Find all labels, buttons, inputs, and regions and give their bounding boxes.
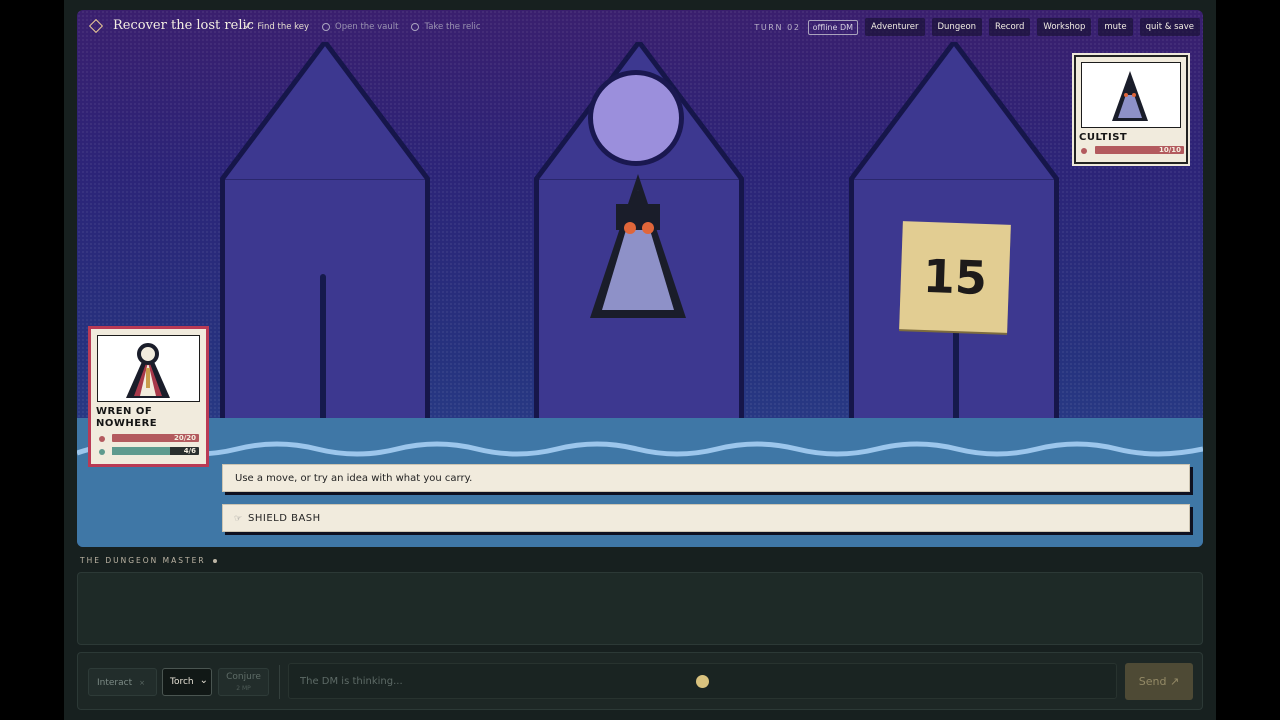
mana-icon	[99, 449, 105, 455]
quit-save-button[interactable]: quit & save	[1139, 18, 1200, 36]
objective-label: Take the relic	[424, 21, 481, 32]
circle-icon	[411, 22, 420, 31]
enemy-name: CULTIST	[1079, 132, 1128, 143]
prompt-box: Use a move, or try an idea with what you…	[222, 464, 1190, 492]
objective-list: ✓ Find the key Open the vault Take the r…	[244, 21, 481, 32]
send-label: Send ↗	[1138, 675, 1180, 688]
conjure-cost: 2 MP	[236, 685, 251, 692]
hero-name-line2: NOWHERE	[96, 418, 158, 429]
hero-card[interactable]: WREN OF NOWHERE 20/20 4/6	[88, 326, 209, 467]
dm-panel	[77, 572, 1203, 645]
cultist-sprite[interactable]	[586, 168, 690, 326]
dice-value: 15	[922, 248, 988, 306]
heart-icon	[1081, 148, 1087, 154]
dm-header: THE DUNGEON MASTER	[80, 556, 217, 565]
heart-icon	[99, 436, 105, 442]
hero-name-line1: WREN OF	[96, 406, 153, 417]
mute-button[interactable]: mute	[1098, 18, 1133, 36]
quest-diamond-icon	[88, 18, 104, 33]
objective-item: ✓ Find the key	[244, 21, 309, 32]
item-selected: Torch	[170, 677, 194, 687]
check-icon: ✓	[244, 21, 253, 32]
move-option[interactable]: ☞ SHIELD BASH	[222, 504, 1190, 532]
hero-mp-fill	[112, 447, 170, 455]
enemy-hp-bar: 10/10	[1095, 146, 1184, 154]
game-stage: 15 Recover the lost relic ✓ Find the key…	[77, 10, 1203, 547]
hero-mp-value: 4/6	[183, 447, 196, 455]
conjure-button[interactable]: Conjure 2 MP	[218, 668, 269, 696]
enemy-portrait	[1081, 62, 1181, 128]
interact-button[interactable]: Interact ×	[88, 668, 157, 696]
turn-counter: TURN 02	[754, 22, 801, 32]
objective-item: Take the relic	[411, 21, 481, 32]
sign-post	[953, 320, 959, 424]
dungeon-button[interactable]: Dungeon	[931, 18, 983, 36]
item-select[interactable]: Torch ⌄	[162, 668, 212, 696]
objective-label: Find the key	[257, 21, 310, 32]
pointing-hand-icon: ☞	[234, 514, 243, 524]
dm-label: THE DUNGEON MASTER	[80, 556, 206, 565]
input-bar: Interact × Torch ⌄ Conjure 2 MP Send ↗	[77, 652, 1203, 710]
wave-decoration	[77, 441, 1203, 457]
toolbar: TURN 02 offline DM Adventurer Dungeon Re…	[754, 18, 1200, 36]
close-icon: ×	[139, 679, 145, 687]
prompt-text: Use a move, or try an idea with what you…	[235, 473, 473, 484]
objective-item: Open the vault	[322, 21, 398, 32]
enemy-card[interactable]: CULTIST 10/10	[1072, 53, 1190, 166]
divider	[279, 665, 280, 699]
objective-label: Open the vault	[335, 21, 399, 32]
circle-icon	[322, 22, 331, 31]
hero-portrait	[97, 335, 200, 402]
dice-roll-sign: 15	[899, 221, 1011, 333]
thinking-indicator	[696, 675, 709, 688]
send-button[interactable]: Send ↗	[1125, 663, 1193, 700]
workshop-button[interactable]: Workshop	[1037, 18, 1092, 36]
quest-title: Recover the lost relic	[113, 18, 254, 33]
moon	[588, 70, 684, 166]
hero-hp-value: 20/20	[173, 434, 196, 442]
top-bar: Recover the lost relic ✓ Find the key Op…	[77, 10, 1203, 44]
hero-hp-bar: 20/20	[112, 434, 199, 442]
quest-header: Recover the lost relic	[88, 18, 254, 33]
record-button[interactable]: Record	[989, 18, 1031, 36]
chevron-down-icon: ⌄	[199, 675, 208, 686]
conjure-label: Conjure	[226, 672, 261, 682]
enemy-hp-value: 10/10	[1158, 146, 1181, 154]
left-post	[320, 274, 326, 424]
status-dot-icon	[212, 558, 217, 563]
mode-badge: offline DM	[807, 19, 859, 35]
move-label: SHIELD BASH	[248, 513, 321, 524]
hero-mp-bar: 4/6	[112, 447, 199, 455]
interact-label: Interact	[97, 678, 133, 688]
adventurer-button[interactable]: Adventurer	[865, 18, 925, 36]
